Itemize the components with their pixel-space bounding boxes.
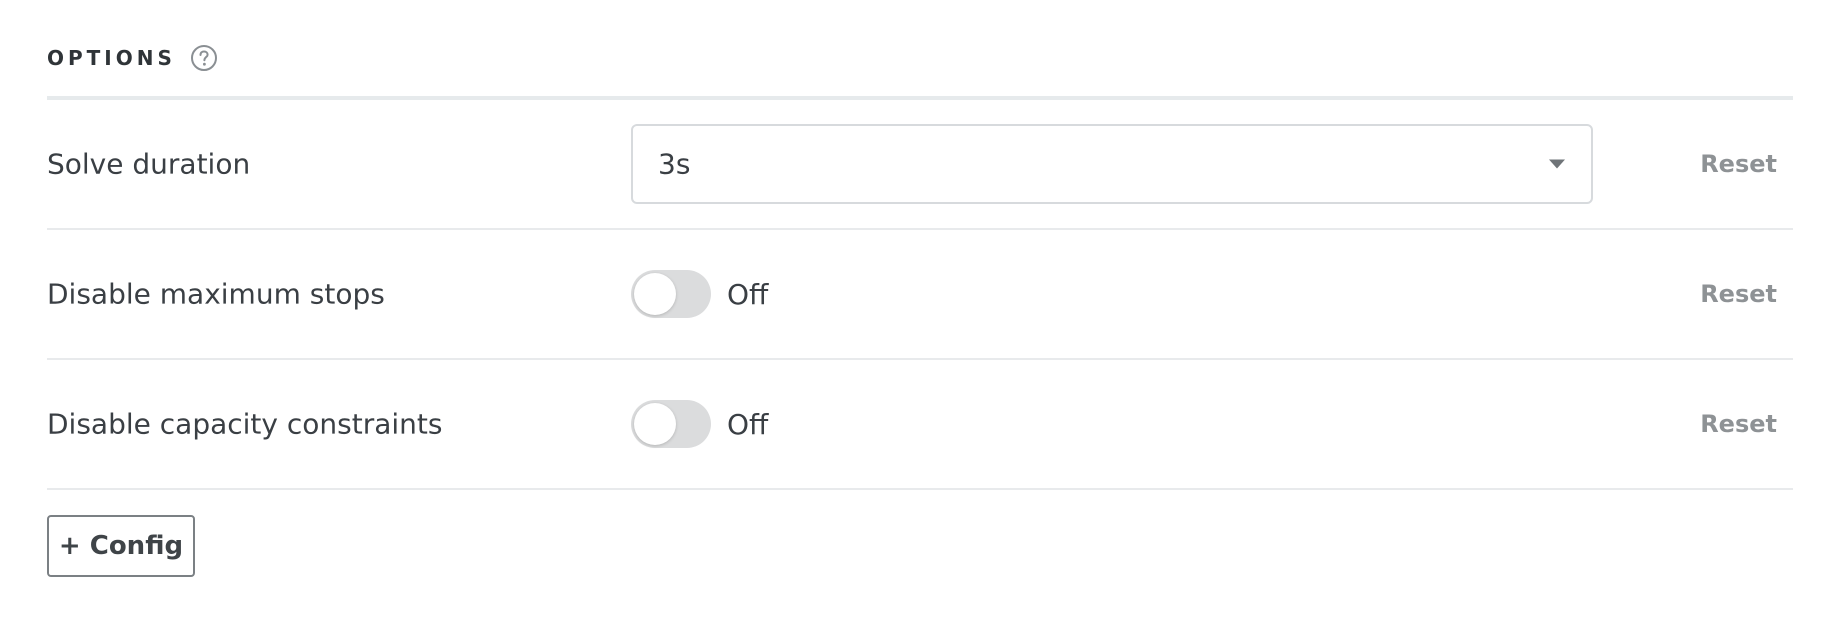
disable-maximum-stops-toggle[interactable] [631, 270, 711, 318]
options-panel: OPTIONS Solve duration 3s Reset Disable … [0, 0, 1824, 628]
disable-capacity-constraints-reset-button[interactable]: Reset [1700, 410, 1777, 438]
caret-down-icon [1549, 159, 1565, 169]
disable-maximum-stops-label: Disable maximum stops [47, 277, 385, 311]
solve-duration-select[interactable]: 3s [631, 124, 1593, 204]
disable-capacity-constraints-toggle[interactable] [631, 400, 711, 448]
question-circle-icon[interactable] [190, 44, 218, 72]
disable-capacity-constraints-state: Off [727, 407, 769, 441]
toggle-knob [634, 273, 676, 315]
disable-maximum-stops-reset-button[interactable]: Reset [1700, 280, 1777, 308]
disable-maximum-stops-state: Off [727, 277, 769, 311]
disable-capacity-constraints-label: Disable capacity constraints [47, 407, 443, 441]
option-row-disable-maximum-stops: Disable maximum stops Off Reset [47, 230, 1793, 360]
option-row-disable-capacity-constraints: Disable capacity constraints Off Reset [47, 360, 1793, 490]
add-config-button[interactable]: + Config [47, 515, 195, 577]
disable-capacity-constraints-toggle-group: Off [631, 400, 768, 448]
disable-maximum-stops-toggle-group: Off [631, 270, 768, 318]
toggle-knob [634, 403, 676, 445]
solve-duration-reset-button[interactable]: Reset [1700, 150, 1777, 178]
option-row-solve-duration: Solve duration 3s Reset [47, 100, 1793, 230]
solve-duration-label: Solve duration [47, 147, 251, 181]
options-header: OPTIONS [47, 38, 218, 78]
solve-duration-value: 3s [658, 147, 691, 181]
section-title: OPTIONS [47, 46, 176, 70]
